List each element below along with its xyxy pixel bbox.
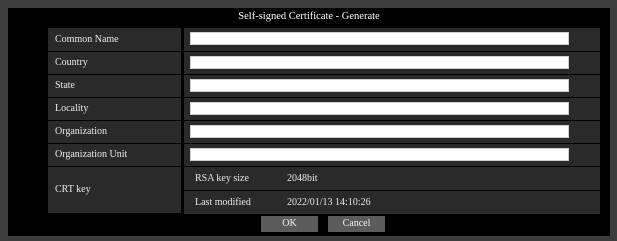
state-row xyxy=(184,75,600,97)
dialog-title: Self-signed Certificate - Generate xyxy=(238,11,380,22)
state-input[interactable] xyxy=(190,79,569,92)
locality-input[interactable] xyxy=(190,102,569,115)
last-modified-value: 2022/01/13 14:10:26 xyxy=(287,197,371,208)
rsa-key-size-value: 2048bit xyxy=(287,173,318,184)
common-name-row xyxy=(184,28,600,51)
locality-label: Locality xyxy=(48,98,181,120)
organization-input[interactable] xyxy=(190,125,569,138)
country-label: Country xyxy=(48,52,181,74)
locality-row xyxy=(184,98,600,120)
rsa-key-size-row: RSA key size 2048bit xyxy=(184,167,600,190)
organization-label: Organization xyxy=(48,121,181,143)
organization-row xyxy=(184,121,600,143)
country-row xyxy=(184,52,600,74)
common-name-input[interactable] xyxy=(190,32,569,45)
organization-unit-row xyxy=(184,144,600,166)
last-modified-row: Last modified 2022/01/13 14:10:26 xyxy=(184,191,600,214)
organization-unit-input[interactable] xyxy=(190,148,569,161)
state-label: State xyxy=(48,75,181,97)
cancel-button[interactable]: Cancel xyxy=(328,216,385,232)
country-input[interactable] xyxy=(190,56,569,69)
last-modified-label: Last modified xyxy=(195,197,251,208)
common-name-label: Common Name xyxy=(48,28,181,51)
ok-button[interactable]: OK xyxy=(261,216,318,232)
crt-key-label: CRT key xyxy=(48,167,181,213)
rsa-key-size-label: RSA key size xyxy=(195,173,249,184)
organization-unit-label: Organization Unit xyxy=(48,144,181,166)
certificate-dialog: Self-signed Certificate - Generate Commo… xyxy=(8,8,610,236)
